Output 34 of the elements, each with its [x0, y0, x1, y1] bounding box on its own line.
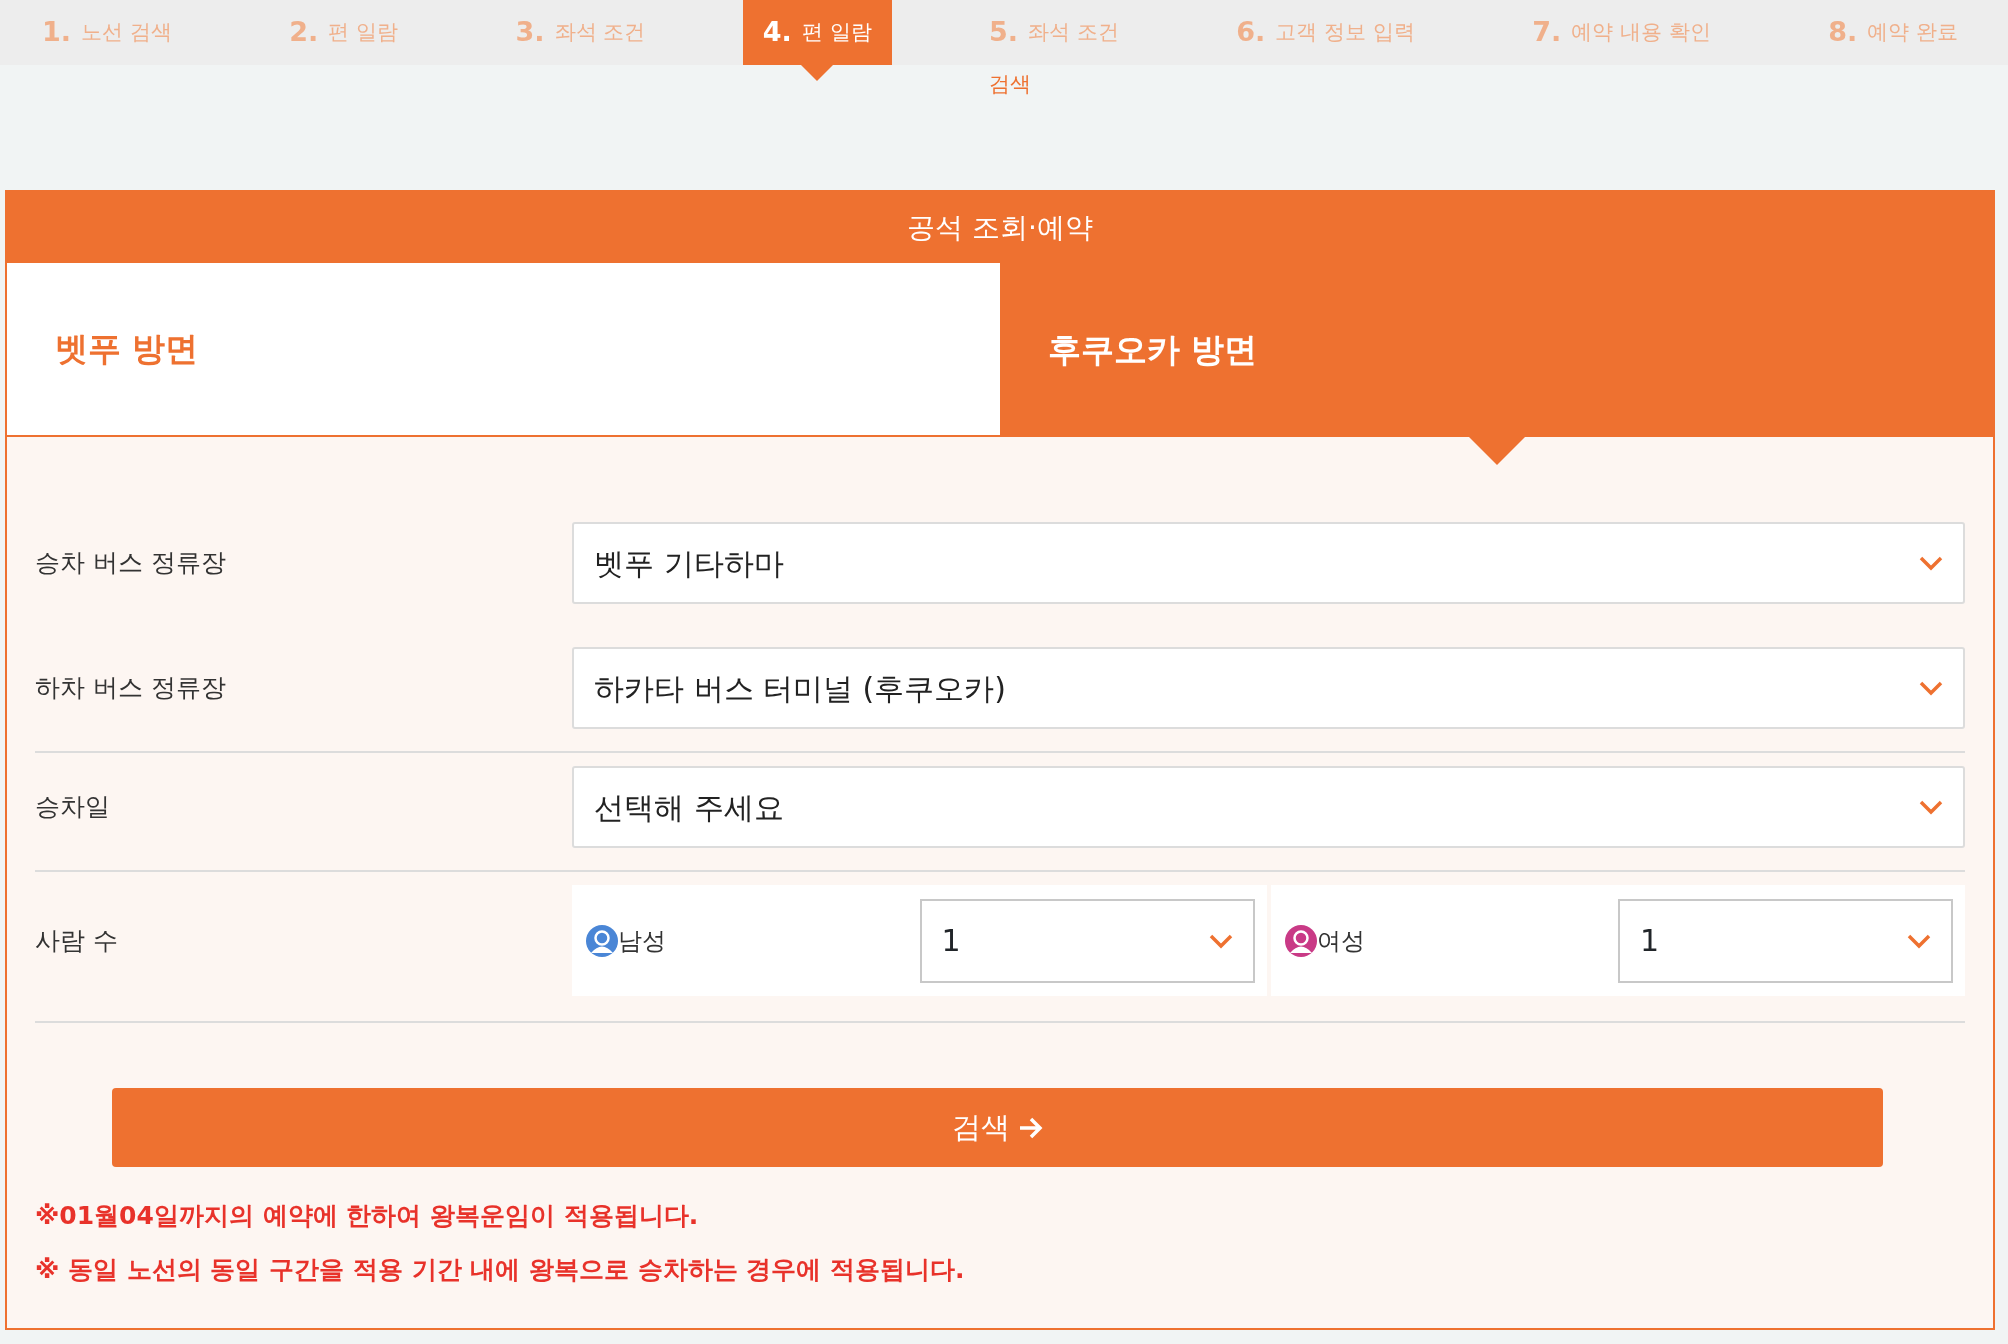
chevron-down-icon	[1208, 932, 1233, 949]
gender-label: 여성	[1316, 925, 1365, 957]
step-tab[interactable]: 2. 편 일람	[269, 0, 418, 65]
pointer-triangle	[801, 65, 834, 81]
direction-tab[interactable]: 후쿠오카 방면	[1000, 263, 1993, 437]
step-tab[interactable]: 7. 예약 내용 확인	[1512, 0, 1731, 65]
chevron-down-icon	[1919, 555, 1943, 571]
count-dropdown[interactable]: 1	[919, 898, 1255, 983]
step-tab[interactable]: 1. 노선 검색	[22, 0, 192, 65]
notice-text: ※ 동일 노선의 동일 구간을 적용 기간 내에 왕복으로 승차하는 경우에 적용됩니다.	[35, 1253, 966, 1286]
step-tab[interactable]: 3. 좌석 조건	[495, 0, 666, 65]
chevron-down-icon	[1919, 799, 1943, 815]
arrow-right-icon	[1017, 1115, 1044, 1140]
step-caption: 검색	[989, 71, 1032, 98]
step-tab[interactable]: 6. 고객 정보 입력	[1216, 0, 1435, 65]
chevron-down-icon	[1907, 932, 1931, 949]
dropdown[interactable]: 벳푸 기타하마	[572, 522, 1965, 604]
dropdown[interactable]: 하카타 버스 터미널 (후쿠오카)	[572, 647, 1965, 729]
panel-title: 공석 조회·예약	[7, 192, 1993, 263]
field-label: 하차 버스 정류장	[35, 672, 227, 705]
notice-text: ※01월04일까지의 예약에 한하여 왕복운임이 적용됩니다.	[35, 1200, 700, 1232]
field-label: 사람 수	[35, 924, 119, 957]
chevron-down-icon	[1919, 680, 1943, 696]
count-dropdown[interactable]: 1	[1618, 898, 1953, 983]
step-tab[interactable]: 5. 좌석 조건	[969, 0, 1139, 65]
gender-label: 남성	[618, 925, 666, 957]
search-button[interactable]: 검색	[112, 1088, 1883, 1167]
pointer-triangle	[1468, 437, 1525, 465]
step-tab[interactable]: 8. 예약 완료	[1808, 0, 1978, 65]
field-label: 승차일	[35, 791, 111, 824]
field-label: 승차 버스 정류장	[35, 547, 227, 580]
step-tab[interactable]: 4. 편 일람	[742, 0, 892, 65]
direction-tab[interactable]: 벳푸 방면	[7, 263, 1000, 437]
dropdown[interactable]: 선택해 주세요	[572, 766, 1965, 848]
